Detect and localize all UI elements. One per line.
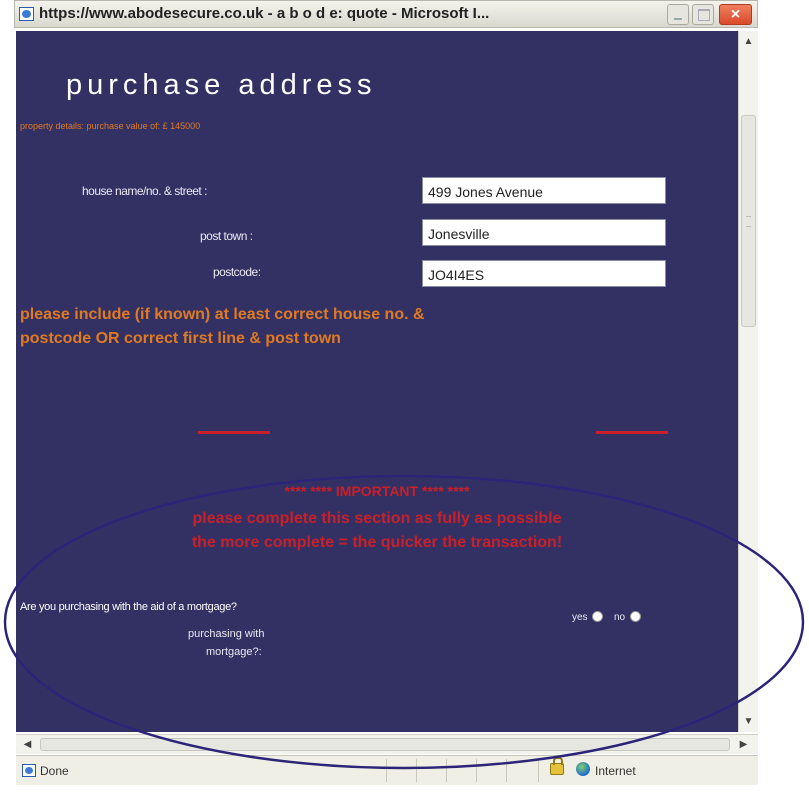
important-line3: the more complete = the quicker the tran… <box>191 534 563 551</box>
scroll-down-icon[interactable]: ▼ <box>741 713 756 730</box>
horizontal-scrollbar[interactable]: ◀ ▶ <box>16 734 758 754</box>
mortgage-label-line1: purchasing with <box>188 628 265 640</box>
important-heading: **** **** IMPORTANT **** **** <box>284 483 470 499</box>
vertical-scrollbar[interactable]: ▲ ▼ <box>738 31 758 732</box>
radio-no-label: no <box>614 612 626 623</box>
page-content: purchase address property details: purch… <box>16 31 738 732</box>
window-titlebar: https://www.abodesecure.co.uk - a b o d … <box>14 0 758 28</box>
status-text: Done <box>40 764 69 778</box>
address-note-line2: postcode OR correct first line & post to… <box>20 330 341 347</box>
scroll-up-icon[interactable]: ▲ <box>741 33 756 50</box>
street-label: house name/no. & street : <box>82 184 207 198</box>
status-separator <box>538 759 539 782</box>
security-zone: Internet <box>595 764 636 778</box>
globe-icon <box>576 762 590 776</box>
street-input[interactable]: 499 Jones Avenue <box>422 177 666 204</box>
status-bar: Done Internet <box>16 755 758 785</box>
scroll-left-icon[interactable]: ◀ <box>20 737 35 752</box>
radio-yes-label: yes <box>572 612 588 623</box>
scroll-right-icon[interactable]: ▶ <box>736 737 751 752</box>
maximize-button[interactable] <box>692 4 714 25</box>
ie-page-icon <box>19 7 34 21</box>
address-note: please include (if known) at least corre… <box>20 303 680 351</box>
town-input[interactable]: Jonesville <box>422 219 666 246</box>
property-details: property details: purchase value of: £ 1… <box>20 121 201 131</box>
status-separator <box>386 759 387 782</box>
window-title: https://www.abodesecure.co.uk - a b o d … <box>39 5 490 22</box>
status-separator <box>446 759 447 782</box>
status-separator <box>506 759 507 782</box>
close-icon: × <box>730 6 741 23</box>
ie-page-icon <box>22 764 36 777</box>
vertical-scroll-thumb[interactable] <box>741 115 756 327</box>
important-line2: please complete this section as fully as… <box>192 510 562 527</box>
close-button[interactable]: × <box>719 4 752 25</box>
radio-no[interactable] <box>630 611 641 622</box>
horizontal-scroll-thumb[interactable] <box>40 738 730 751</box>
divider-right <box>596 431 668 434</box>
status-separator <box>476 759 477 782</box>
address-note-line1: please include (if known) at least corre… <box>20 306 425 323</box>
town-label: post town : <box>200 229 253 243</box>
mortgage-label-line2: mortgage?: <box>206 646 262 658</box>
minimize-button[interactable] <box>667 4 689 25</box>
radio-yes[interactable] <box>592 611 603 622</box>
postcode-input[interactable]: JO4I4ES <box>422 260 666 287</box>
divider-left <box>198 431 270 434</box>
mortgage-question: Are you purchasing with the aid of a mor… <box>20 601 237 613</box>
postcode-label: postcode: <box>213 265 261 279</box>
lock-icon <box>550 757 564 775</box>
page-heading: purchase address <box>66 69 377 101</box>
status-separator <box>416 759 417 782</box>
